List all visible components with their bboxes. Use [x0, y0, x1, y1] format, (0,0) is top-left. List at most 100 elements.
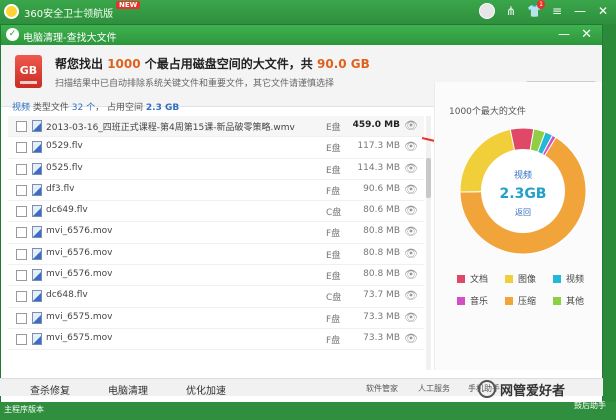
file-row[interactable]: mvi_6575.mov F盘 73.3 MB 👁	[8, 329, 424, 351]
distribution-title: 1000个最大的文件	[449, 107, 526, 117]
share-icon[interactable]: ⋔	[504, 3, 518, 19]
video-file-icon	[32, 311, 42, 324]
titlebar-icons: ⋔ 👕 1 ≡ — ✕	[479, 0, 610, 19]
file-checkbox[interactable]	[16, 206, 27, 218]
file-count: 1000	[107, 57, 141, 71]
donut-back-link[interactable]: 返回	[515, 208, 531, 217]
version-label: 主程序版本	[4, 405, 44, 414]
file-name: mvi_6576.mov	[46, 226, 113, 237]
file-row[interactable]: 0525.flv E盘 114.3 MB 👁	[8, 159, 424, 180]
file-name: mvi_6576.mov	[46, 269, 113, 280]
preview-eye-icon[interactable]: 👁	[404, 204, 418, 217]
skin-icon[interactable]: 👕 1	[527, 0, 545, 19]
file-row[interactable]: 0529.flv E盘 117.3 MB 👁	[8, 137, 424, 159]
preview-eye-icon[interactable]: 👁	[404, 119, 418, 132]
file-checkbox[interactable]	[16, 291, 27, 303]
legend-item: 视频	[553, 272, 584, 285]
legend-item: 其他	[553, 294, 584, 307]
file-name: 2013-03-16_四班正式课程-第4周第15课-新品破零策略.wmv	[46, 123, 295, 133]
legend-item: 图像	[505, 272, 536, 285]
file-checkbox[interactable]	[16, 163, 27, 175]
file-drive: E盘	[326, 123, 341, 133]
preview-eye-icon[interactable]: 👁	[404, 289, 418, 302]
video-file-icon	[32, 226, 42, 239]
file-checkbox[interactable]	[16, 270, 27, 282]
close-icon[interactable]: ✕	[596, 3, 610, 19]
file-name: mvi_6575.mov	[46, 311, 113, 322]
file-checkbox[interactable]	[16, 333, 27, 345]
file-drive: E盘	[326, 272, 341, 283]
file-drive: F盘	[326, 229, 341, 240]
dialog-minimize-icon[interactable]: —	[558, 27, 570, 41]
status-strip	[0, 402, 616, 420]
preview-eye-icon[interactable]: 👁	[404, 268, 418, 281]
file-size: 90.6 MB	[363, 183, 400, 194]
dialog-close-icon[interactable]: ✕	[581, 27, 592, 42]
preview-eye-icon[interactable]: 👁	[404, 332, 418, 345]
file-size: 73.7 MB	[363, 290, 400, 301]
minimize-icon[interactable]: —	[573, 3, 587, 19]
file-row[interactable]: mvi_6576.mov E盘 80.8 MB 👁	[8, 265, 424, 287]
file-checkbox[interactable]	[16, 142, 27, 154]
legend-label: 视频	[566, 275, 585, 285]
file-row[interactable]: df3.flv F盘 90.6 MB 👁	[8, 180, 424, 202]
file-row[interactable]: 2013-03-16_四班正式课程-第4周第15课-新品破零策略.wmv E盘 45…	[8, 116, 424, 138]
file-checkbox[interactable]	[16, 312, 27, 324]
file-checkbox[interactable]	[16, 121, 27, 132]
preview-eye-icon[interactable]: 👁	[404, 162, 418, 175]
legend-label: 图像	[518, 275, 537, 285]
dialog-titlebar: ✓ 电脑清理-查找大文件 — ✕	[1, 25, 602, 45]
file-drive: F盘	[326, 186, 341, 197]
file-drive: F盘	[326, 335, 341, 346]
file-drive: C盘	[326, 208, 342, 219]
file-list: 2013-03-16_四班正式课程-第4周第15课-新品破零策略.wmv E盘 45…	[8, 116, 424, 370]
gb-disk-icon: GB	[15, 55, 42, 88]
video-file-icon	[32, 247, 42, 260]
nav-software-manager[interactable]: 软件管家	[366, 383, 398, 394]
video-file-icon	[32, 332, 42, 345]
file-row[interactable]: dc649.flv C盘 80.6 MB 👁	[8, 201, 424, 223]
legend-swatch	[457, 275, 465, 283]
nav-speedup[interactable]: 优化加速	[186, 382, 226, 397]
nav-human-service[interactable]: 人工服务	[418, 383, 450, 394]
nav-cleanup[interactable]: 电脑清理	[108, 382, 148, 397]
legend-swatch	[505, 275, 513, 283]
app-title: 360安全卫士领航版	[24, 9, 114, 20]
file-checkbox[interactable]	[16, 184, 27, 196]
menu-icon[interactable]: ≡	[550, 3, 564, 19]
category-summary: 视频 类型文件 32 个， 占用空间 2.3 GB	[12, 103, 180, 113]
file-row[interactable]: mvi_6576.mov F盘 80.8 MB 👁	[8, 222, 424, 244]
legend-item: 文档	[457, 272, 488, 285]
file-size: 80.6 MB	[363, 205, 400, 216]
file-checkbox[interactable]	[16, 227, 27, 239]
user-avatar-icon[interactable]	[479, 3, 495, 19]
file-row[interactable]: dc648.flv C盘 73.7 MB 👁	[8, 286, 424, 308]
file-name: 0529.flv	[46, 141, 83, 152]
file-name: dc648.flv	[46, 290, 88, 301]
file-size: 80.8 MB	[363, 269, 400, 280]
total-size: 90.0 GB	[317, 57, 370, 71]
preview-eye-icon[interactable]: 👁	[404, 140, 418, 153]
legend-item: 音乐	[457, 294, 488, 307]
preview-eye-icon[interactable]: 👁	[404, 183, 418, 196]
legend-label: 压缩	[518, 297, 537, 307]
file-checkbox[interactable]	[16, 248, 27, 260]
file-type-donut[interactable]: 视频 2.3GB 返回	[458, 126, 588, 256]
preview-eye-icon[interactable]: 👁	[404, 225, 418, 238]
video-file-icon	[32, 120, 42, 132]
preview-eye-icon[interactable]: 👁	[404, 247, 418, 260]
file-size: 80.8 MB	[363, 226, 400, 237]
file-size: 114.3 MB	[357, 162, 400, 173]
video-file-icon	[32, 269, 42, 282]
file-drive: C盘	[326, 293, 342, 304]
file-name: df3.flv	[46, 183, 75, 194]
video-file-icon	[32, 162, 42, 175]
file-row[interactable]: mvi_6575.mov F盘 73.3 MB 👁	[8, 308, 424, 329]
donut-center-label: 视频	[514, 169, 532, 181]
preview-eye-icon[interactable]: 👁	[404, 311, 418, 324]
nav-virus-repair[interactable]: 查杀修复	[30, 382, 70, 397]
file-drive: E盘	[326, 165, 341, 176]
result-note: 扫描结果中已自动排除系统关键文件和重要文件，其它文件请谨慎选择	[55, 79, 335, 89]
file-row[interactable]: mvi_6576.mov E盘 80.8 MB 👁	[8, 244, 424, 266]
video-file-icon	[32, 290, 42, 303]
